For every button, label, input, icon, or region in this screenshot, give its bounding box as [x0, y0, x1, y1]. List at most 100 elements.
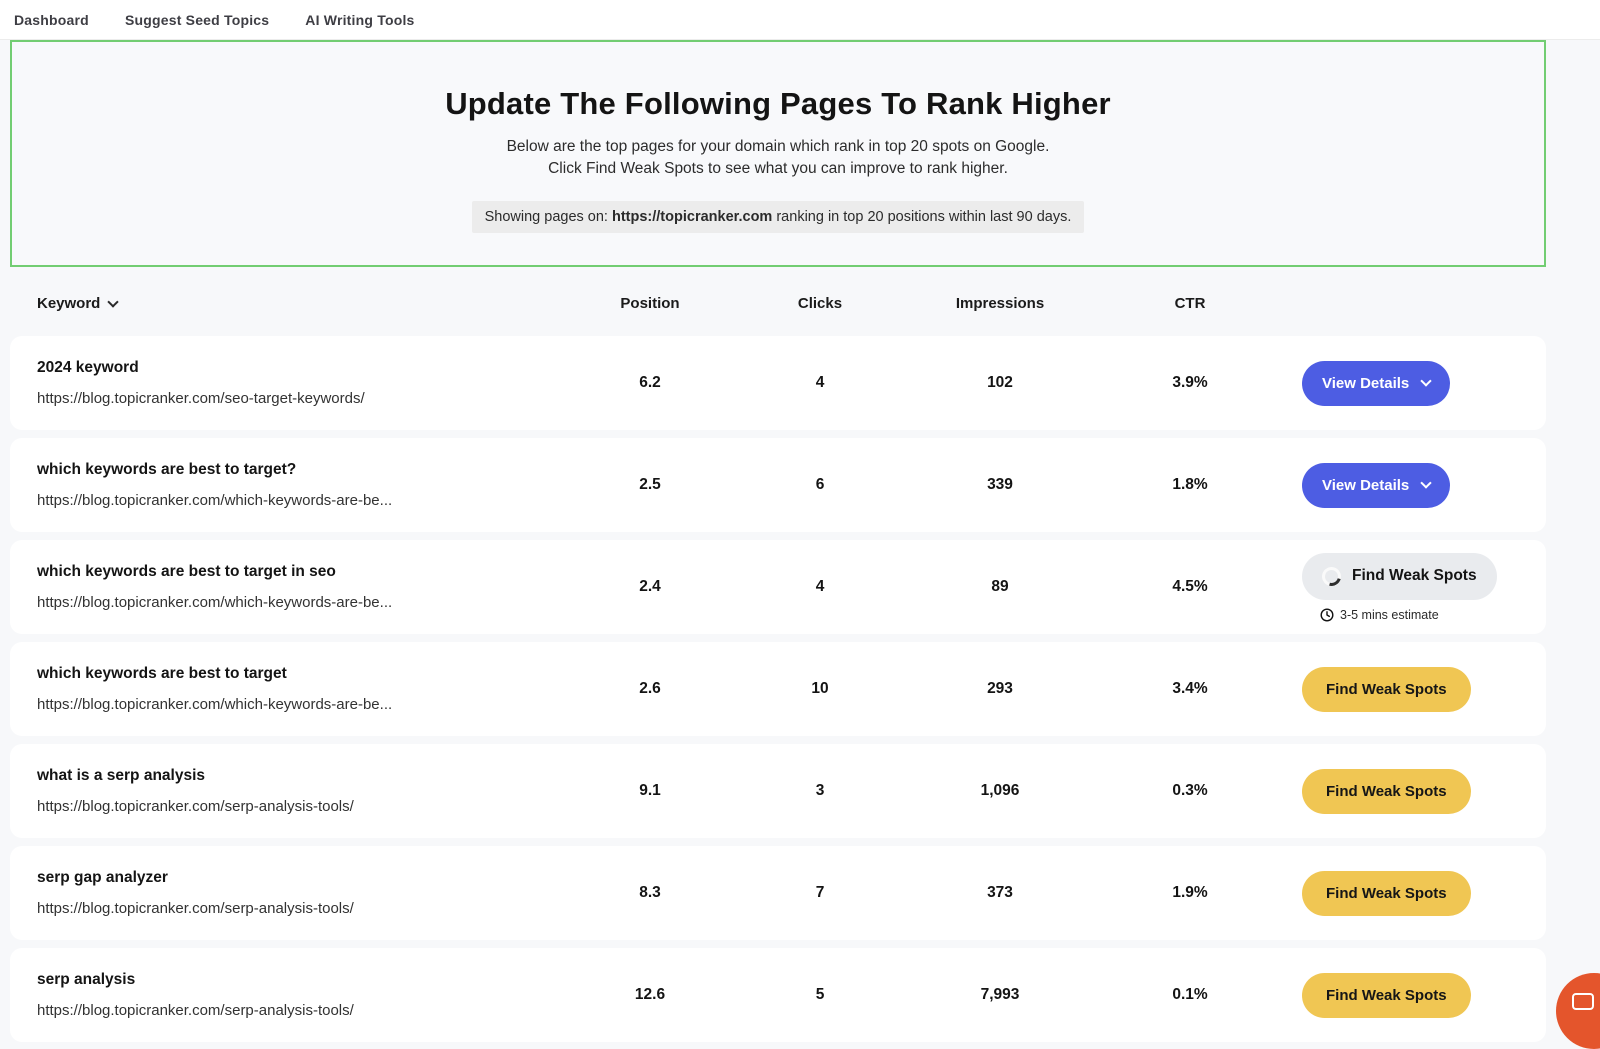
- chat-widget-button[interactable]: [1556, 973, 1600, 1049]
- spinner-icon: [1319, 563, 1345, 589]
- table-row: serp analysis https://blog.topicranker.c…: [10, 948, 1546, 1042]
- page-title: Update The Following Pages To Rank Highe…: [12, 86, 1544, 122]
- position-value: 2.5: [570, 476, 730, 494]
- subtitle-line-2: Click Find Weak Spots to see what you ca…: [12, 158, 1544, 180]
- chevron-down-icon: [108, 296, 119, 307]
- showing-prefix: Showing pages on:: [485, 209, 612, 225]
- chevron-down-icon: [1421, 477, 1432, 488]
- time-estimate-label: 3-5 mins estimate: [1340, 608, 1439, 622]
- clock-icon: [1320, 608, 1334, 622]
- find-weak-spots-button[interactable]: Find Weak Spots: [1302, 667, 1471, 712]
- ctr-value: 0.1%: [1090, 986, 1290, 1004]
- view-details-label: View Details: [1322, 477, 1409, 494]
- clicks-value: 3: [730, 782, 910, 800]
- ctr-value: 3.9%: [1090, 374, 1290, 392]
- action-cell: Find Weak Spots 3-5 mins estimate: [1290, 553, 1546, 622]
- impressions-value: 1,096: [910, 782, 1090, 800]
- keyword-cell: serp analysis https://blog.topicranker.c…: [10, 971, 570, 1019]
- find-weak-spots-button[interactable]: Find Weak Spots: [1302, 769, 1471, 814]
- clicks-value: 4: [730, 374, 910, 392]
- find-weak-spots-label: Find Weak Spots: [1352, 567, 1477, 585]
- keyword-label: which keywords are best to target?: [37, 461, 570, 479]
- impressions-value: 339: [910, 476, 1090, 494]
- action-cell: Find Weak Spots: [1290, 871, 1546, 916]
- find-weak-spots-label: Find Weak Spots: [1326, 885, 1447, 902]
- keyword-cell: what is a serp analysis https://blog.top…: [10, 767, 570, 815]
- keyword-cell: which keywords are best to target https:…: [10, 665, 570, 713]
- find-weak-spots-label: Find Weak Spots: [1326, 681, 1447, 698]
- ctr-value: 0.3%: [1090, 782, 1290, 800]
- action-cell: Find Weak Spots: [1290, 973, 1546, 1018]
- impressions-value: 373: [910, 884, 1090, 902]
- view-details-button[interactable]: View Details: [1302, 463, 1450, 508]
- hero-panel: Update The Following Pages To Rank Highe…: [10, 40, 1546, 267]
- position-value: 12.6: [570, 986, 730, 1004]
- keyword-url: https://blog.topicranker.com/which-keywo…: [37, 594, 570, 611]
- column-header-clicks: Clicks: [730, 295, 910, 312]
- find-weak-spots-label: Find Weak Spots: [1326, 987, 1447, 1004]
- table-row: 2024 keyword https://blog.topicranker.co…: [10, 336, 1546, 430]
- page-subtitle: Below are the top pages for your domain …: [12, 136, 1544, 181]
- view-details-button[interactable]: View Details: [1302, 361, 1450, 406]
- subtitle-line-1: Below are the top pages for your domain …: [12, 136, 1544, 158]
- action-cell: View Details: [1290, 463, 1546, 508]
- table-row: which keywords are best to target https:…: [10, 642, 1546, 736]
- find-weak-spots-button[interactable]: Find Weak Spots: [1302, 973, 1471, 1018]
- keyword-url: https://blog.topicranker.com/serp-analys…: [37, 1002, 570, 1019]
- position-value: 9.1: [570, 782, 730, 800]
- view-details-label: View Details: [1322, 375, 1409, 392]
- time-estimate: 3-5 mins estimate: [1302, 608, 1546, 622]
- keyword-label: serp gap analyzer: [37, 869, 570, 887]
- keyword-url: https://blog.topicranker.com/which-keywo…: [37, 696, 570, 713]
- keyword-cell: 2024 keyword https://blog.topicranker.co…: [10, 359, 570, 407]
- ctr-value: 1.9%: [1090, 884, 1290, 902]
- action-cell: Find Weak Spots: [1290, 769, 1546, 814]
- nav-item-suggest-seed-topics[interactable]: Suggest Seed Topics: [125, 12, 269, 28]
- position-value: 2.6: [570, 680, 730, 698]
- showing-pages-status: Showing pages on: https://topicranker.co…: [472, 201, 1085, 233]
- ctr-value: 4.5%: [1090, 578, 1290, 596]
- clicks-value: 5: [730, 986, 910, 1004]
- ctr-value: 1.8%: [1090, 476, 1290, 494]
- column-header-keyword[interactable]: Keyword: [10, 295, 570, 312]
- column-header-ctr: CTR: [1090, 295, 1290, 312]
- keyword-label: 2024 keyword: [37, 359, 570, 377]
- ctr-value: 3.4%: [1090, 680, 1290, 698]
- keyword-url: https://blog.topicranker.com/which-keywo…: [37, 492, 570, 509]
- keyword-cell: which keywords are best to target in seo…: [10, 563, 570, 611]
- keyword-url: https://blog.topicranker.com/serp-analys…: [37, 798, 570, 815]
- find-weak-spots-label: Find Weak Spots: [1326, 783, 1447, 800]
- position-value: 2.4: [570, 578, 730, 596]
- showing-suffix: ranking in top 20 positions within last …: [772, 209, 1071, 225]
- keyword-cell: which keywords are best to target? https…: [10, 461, 570, 509]
- chevron-down-icon: [1421, 375, 1432, 386]
- keyword-label: what is a serp analysis: [37, 767, 570, 785]
- impressions-value: 89: [910, 578, 1090, 596]
- keyword-header-label: Keyword: [37, 295, 100, 312]
- nav-item-ai-writing-tools[interactable]: AI Writing Tools: [305, 12, 414, 28]
- top-nav: Dashboard Suggest Seed Topics AI Writing…: [0, 0, 1600, 40]
- clicks-value: 10: [730, 680, 910, 698]
- action-cell: View Details: [1290, 361, 1546, 406]
- table-row: what is a serp analysis https://blog.top…: [10, 744, 1546, 838]
- keyword-label: serp analysis: [37, 971, 570, 989]
- keyword-label: which keywords are best to target in seo: [37, 563, 570, 581]
- column-header-impressions: Impressions: [910, 295, 1090, 312]
- position-value: 6.2: [570, 374, 730, 392]
- keyword-label: which keywords are best to target: [37, 665, 570, 683]
- find-weak-spots-loading-group: Find Weak Spots 3-5 mins estimate: [1302, 553, 1546, 622]
- table-body: 2024 keyword https://blog.topicranker.co…: [10, 336, 1546, 1042]
- keyword-table: Keyword Position Clicks Impressions CTR …: [10, 295, 1546, 1042]
- column-header-position: Position: [570, 295, 730, 312]
- table-row: which keywords are best to target in seo…: [10, 540, 1546, 634]
- position-value: 8.3: [570, 884, 730, 902]
- clicks-value: 4: [730, 578, 910, 596]
- impressions-value: 293: [910, 680, 1090, 698]
- action-cell: Find Weak Spots: [1290, 667, 1546, 712]
- find-weak-spots-loading-button[interactable]: Find Weak Spots: [1302, 553, 1497, 600]
- impressions-value: 7,993: [910, 986, 1090, 1004]
- impressions-value: 102: [910, 374, 1090, 392]
- keyword-cell: serp gap analyzer https://blog.topicrank…: [10, 869, 570, 917]
- find-weak-spots-button[interactable]: Find Weak Spots: [1302, 871, 1471, 916]
- nav-item-dashboard[interactable]: Dashboard: [14, 12, 89, 28]
